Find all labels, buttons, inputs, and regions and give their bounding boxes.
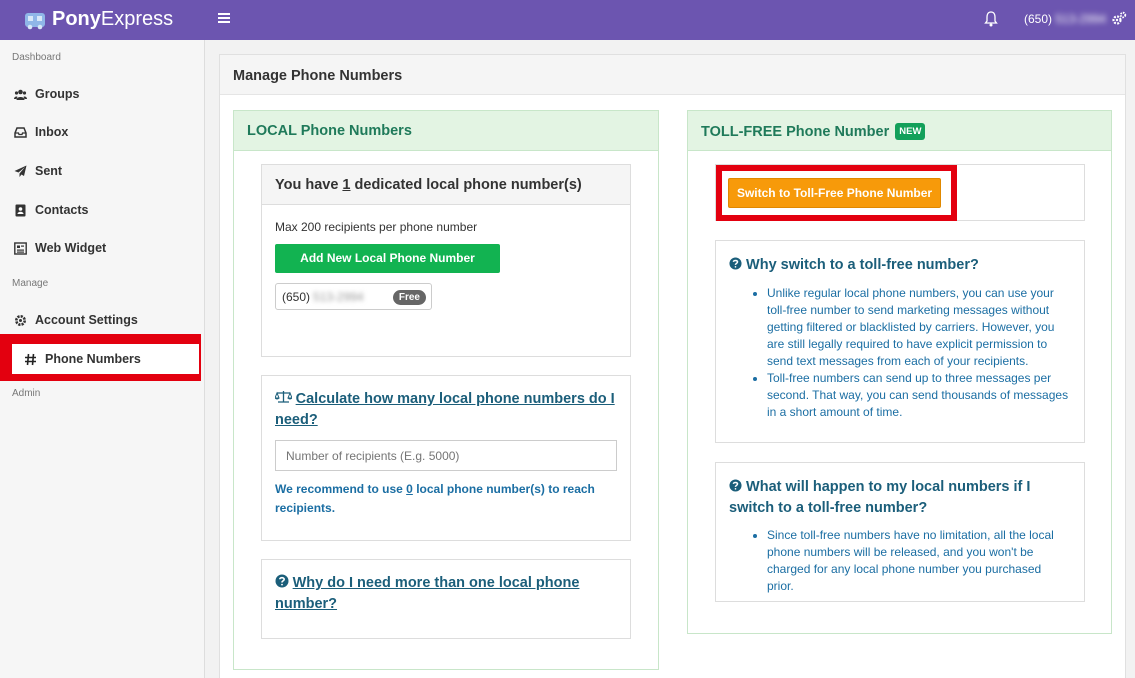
sidebar-item-sent[interactable]: Sent	[14, 160, 62, 182]
dedicated-numbers-box: You have 1 dedicated local phone number(…	[261, 164, 631, 357]
brand-name-bold: Pony	[52, 8, 101, 30]
hash-icon	[25, 353, 36, 365]
local-numbers-panel: LOCAL Phone Numbers You have 1 dedicated…	[233, 110, 659, 670]
sidebar-item-web-widget[interactable]: Web Widget	[14, 237, 106, 259]
recommend-prefix: We recommend to use	[275, 482, 403, 496]
sidebar-active-highlight: Phone Numbers	[0, 334, 201, 381]
sidebar-item-label: Contacts	[35, 203, 89, 217]
account-phone-number[interactable]: (650) 513-2994	[1024, 12, 1106, 26]
calculate-box: Calculate how many local phone numbers d…	[261, 375, 631, 541]
balance-scale-icon	[274, 391, 293, 403]
widget-icon	[14, 241, 27, 255]
why-switch-list: Unlike regular local phone numbers, you …	[747, 285, 1071, 421]
free-badge: Free	[392, 290, 426, 305]
cogs-icon[interactable]	[1111, 11, 1127, 27]
max-recipients-text: Max 200 recipients per phone number	[275, 220, 478, 234]
sidebar-item-groups[interactable]: Groups	[14, 83, 79, 105]
gear-icon	[15, 314, 26, 326]
top-navbar: PonyExpress (650) 513-2994	[0, 0, 1135, 40]
recommend-count: 0	[406, 482, 413, 496]
sidebar-item-phone-numbers[interactable]: Phone Numbers	[12, 344, 199, 374]
what-happens-box: What will happen to my local numbers if …	[715, 462, 1085, 602]
brand-name-light: Express	[100, 8, 174, 30]
why-switch-point: Toll-free numbers can send up to three m…	[767, 370, 1071, 421]
what-happens-point: Since toll-free numbers have no limitati…	[767, 527, 1071, 595]
sidebar-item-label: Account Settings	[35, 313, 138, 327]
sidebar-item-account-settings[interactable]: Account Settings	[14, 309, 138, 331]
recommendation-text: We recommend to use 0 local phone number…	[275, 480, 605, 518]
why-more-title[interactable]: Why do I need more than one local phone …	[275, 573, 615, 615]
sidebar-item-label: Phone Numbers	[45, 352, 141, 366]
sidebar-item-inbox[interactable]: Inbox	[14, 121, 68, 143]
inbox-icon	[14, 126, 27, 138]
calculate-title[interactable]: Calculate how many local phone numbers d…	[274, 389, 615, 431]
account-phone-hidden: 513-2994	[1055, 12, 1107, 26]
what-happens-title-text: What will happen to my local numbers if …	[729, 479, 1031, 516]
paper-plane-icon	[14, 165, 27, 177]
sidebar-section-admin: Admin	[12, 388, 41, 399]
why-switch-point: Unlike regular local phone numbers, you …	[767, 285, 1071, 370]
question-circle-icon	[275, 574, 289, 588]
dedicated-numbers-heading: You have 1 dedicated local phone number(…	[262, 165, 630, 205]
sidebar-item-label: Groups	[35, 87, 80, 101]
why-more-box: Why do I need more than one local phone …	[261, 559, 631, 639]
toll-free-panel-title: TOLL-FREE Phone Number NEW	[688, 111, 1111, 151]
sidebar-section-dashboard: Dashboard	[12, 52, 61, 63]
recipients-input[interactable]	[275, 440, 617, 471]
local-number-prefix: (650)	[282, 289, 311, 304]
brand-logo[interactable]: PonyExpress	[24, 8, 173, 31]
why-more-title-text: Why do I need more than one local phone …	[275, 575, 580, 612]
page-title: Manage Phone Numbers	[220, 55, 1125, 95]
sidebar-item-label: Sent	[35, 164, 63, 178]
question-circle-icon	[729, 479, 742, 492]
pony-logo-icon	[25, 12, 45, 29]
what-happens-list: Since toll-free numbers have no limitati…	[747, 527, 1071, 595]
dedicated-count: 1	[342, 177, 351, 193]
manage-phone-numbers-card: Manage Phone Numbers LOCAL Phone Numbers…	[219, 54, 1126, 678]
sidebar-item-label: Web Widget	[35, 241, 107, 255]
address-book-icon	[15, 204, 26, 216]
sidebar-item-label: Inbox	[35, 125, 69, 139]
local-number-hidden: 513-2994	[313, 289, 364, 304]
why-switch-box: Why switch to a toll-free number? Unlike…	[715, 240, 1085, 443]
users-icon	[14, 89, 27, 100]
sidebar: Dashboard Groups Inbox Sent Contacts Web…	[0, 40, 205, 678]
what-happens-title: What will happen to my local numbers if …	[729, 477, 1074, 519]
switch-toll-free-button[interactable]: Switch to Toll-Free Phone Number	[728, 178, 941, 208]
hamburger-menu-icon[interactable]	[218, 12, 230, 24]
account-phone-prefix: (650)	[1024, 12, 1053, 26]
dedicated-suffix: dedicated local phone number(s)	[354, 177, 582, 193]
toll-free-panel: TOLL-FREE Phone Number NEW Switch to Tol…	[687, 110, 1112, 634]
sidebar-section-manage: Manage	[12, 278, 49, 289]
why-switch-title: Why switch to a toll-free number?	[729, 255, 1069, 276]
add-local-number-button[interactable]: Add New Local Phone Number	[275, 244, 500, 273]
sidebar-item-contacts[interactable]: Contacts	[14, 199, 88, 221]
question-circle-icon	[729, 257, 742, 270]
local-number-item[interactable]: (650) 513-2994 Free	[275, 283, 432, 310]
local-panel-title: LOCAL Phone Numbers	[234, 111, 658, 151]
calculate-title-text: Calculate how many local phone numbers d…	[275, 391, 615, 428]
toll-free-title-text: TOLL-FREE Phone Number	[701, 124, 890, 140]
why-switch-title-text: Why switch to a toll-free number?	[746, 257, 979, 273]
dedicated-prefix: You have	[275, 177, 339, 193]
bell-icon[interactable]	[984, 11, 998, 27]
new-badge: NEW	[895, 123, 926, 140]
